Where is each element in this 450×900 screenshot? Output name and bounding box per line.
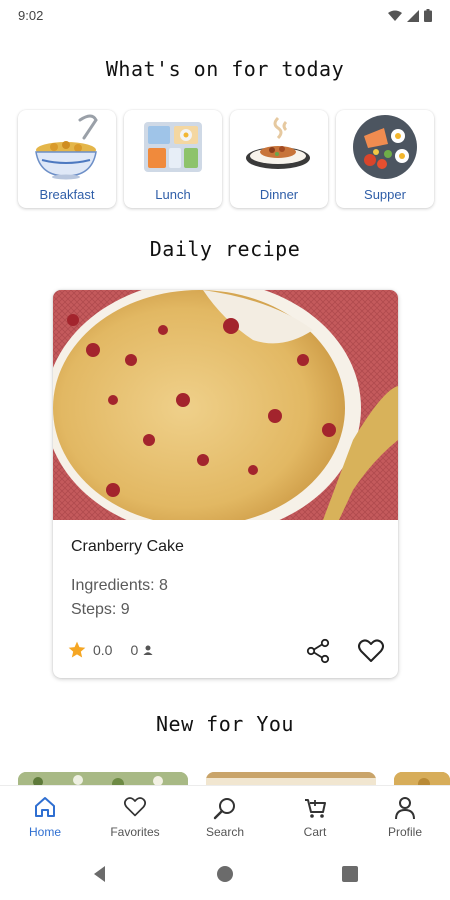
supper-platter-icon [353, 115, 417, 179]
daily-title: Daily recipe [149, 237, 301, 261]
battery-icon [424, 9, 432, 22]
category-lunch[interactable]: Lunch [124, 110, 222, 208]
status-icons [388, 9, 432, 22]
favorite-heart-icon[interactable] [357, 638, 385, 664]
category-breakfast[interactable]: Breakfast [18, 110, 116, 208]
recipe-image [53, 290, 398, 520]
category-label: Breakfast [39, 187, 95, 202]
back-icon[interactable] [90, 864, 110, 884]
cereal-bowl-icon [35, 114, 98, 180]
category-dinner[interactable]: Dinner [230, 110, 328, 208]
home-circle-icon[interactable] [215, 864, 235, 884]
nav-label: Favorites [110, 825, 160, 839]
dinner-plate-icon [246, 116, 310, 169]
heart-icon [124, 797, 146, 817]
category-list: Breakfast Lunch Dinner Supper [18, 110, 434, 208]
cart-icon [305, 799, 326, 818]
daily-recipe-card[interactable]: Cranberry Cake Ingredients: 8 Steps: 9 0… [53, 290, 398, 678]
nav-cart[interactable]: Cart [270, 786, 360, 846]
category-label: Dinner [259, 187, 299, 202]
lunch-tray-icon [144, 122, 202, 172]
category-label: Supper [364, 187, 406, 202]
signal-icon [407, 9, 419, 22]
status-time: 9:02 [18, 8, 44, 23]
profile-icon [395, 797, 415, 820]
ratings-count: 0 [130, 642, 139, 658]
recipe-name: Cranberry Cake [71, 538, 184, 555]
recipe-steps: Steps: 9 [71, 601, 130, 618]
category-label: Lunch [155, 187, 191, 202]
nav-label: Cart [303, 825, 327, 839]
today-title: What's on for today [105, 57, 345, 81]
star-icon [68, 641, 86, 658]
nav-label: Profile [387, 825, 422, 839]
nav-label: Search [205, 825, 245, 839]
nav-home[interactable]: Home [0, 786, 90, 846]
nav-profile[interactable]: Profile [360, 786, 450, 846]
status-bar: 9:02 [0, 0, 450, 34]
rating-row: 0.0 0 [67, 640, 154, 660]
wifi-icon [388, 10, 402, 21]
recipe-ingredients: Ingredients: 8 [71, 577, 168, 594]
nav-label: Home [28, 825, 61, 839]
nav-favorites[interactable]: Favorites [90, 786, 180, 846]
recents-icon[interactable] [340, 864, 360, 884]
rating-value: 0.0 [93, 642, 113, 658]
nav-search[interactable]: Search [180, 786, 270, 846]
share-icon[interactable] [305, 638, 331, 664]
system-nav-bar [0, 845, 450, 900]
new-for-you-title: New for You [156, 712, 294, 736]
category-supper[interactable]: Supper [336, 110, 434, 208]
home-icon [35, 797, 55, 817]
bottom-nav: Home Favorites Search Cart Profile [0, 785, 450, 845]
search-icon [213, 798, 235, 820]
person-icon [143, 645, 153, 655]
